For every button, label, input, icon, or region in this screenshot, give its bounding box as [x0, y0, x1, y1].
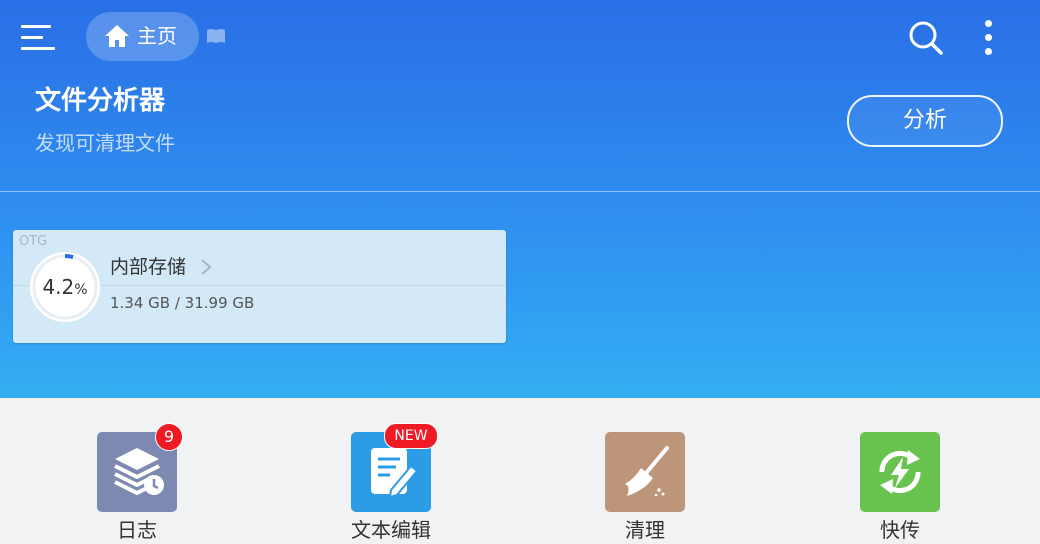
otg-tag: OTG [19, 234, 48, 249]
storage-size: 1.34 GB / 31.99 GB [110, 294, 255, 312]
transfer-tool-button[interactable] [860, 432, 940, 512]
chevron-right-icon [201, 259, 212, 275]
usage-percent-value: 4.2 [42, 275, 75, 299]
header-banner: 主页 文件分析器 发现可清理文件 分析 OTG 4.2% 内部存储 1.34 G… [0, 0, 1040, 398]
home-icon [105, 25, 129, 47]
page-subtitle: 发现可清理文件 [35, 131, 175, 155]
header-divider [0, 191, 1040, 192]
transfer-bolt-icon [879, 450, 921, 494]
clean-tool-button[interactable] [605, 432, 685, 512]
storage-usage-ring: 4.2% [29, 251, 101, 323]
log-count-badge: 9 [155, 423, 183, 451]
internal-storage-card[interactable]: OTG 4.2% 内部存储 1.34 GB / 31.99 GB [13, 230, 506, 343]
new-badge: NEW [384, 423, 438, 449]
page-title: 文件分析器 [35, 86, 166, 116]
tab-book-icon[interactable] [206, 28, 226, 44]
more-options-icon[interactable] [980, 19, 996, 57]
home-label: 主页 [137, 24, 177, 48]
home-breadcrumb-chip[interactable]: 主页 [86, 12, 199, 61]
usage-percent-unit: % [74, 282, 88, 298]
transfer-tool-label: 快传 [880, 518, 920, 542]
menu-icon[interactable] [21, 23, 57, 53]
analyze-button[interactable]: 分析 [847, 95, 1003, 147]
storage-name: 内部存储 [110, 256, 187, 278]
text-edit-tool-label: 文本编辑 [351, 518, 431, 542]
broom-icon [625, 446, 669, 497]
log-tool-label: 日志 [117, 518, 157, 542]
usage-percent: 4.2% [29, 273, 101, 304]
clean-tool-label: 清理 [625, 518, 665, 542]
search-icon[interactable] [908, 20, 944, 56]
